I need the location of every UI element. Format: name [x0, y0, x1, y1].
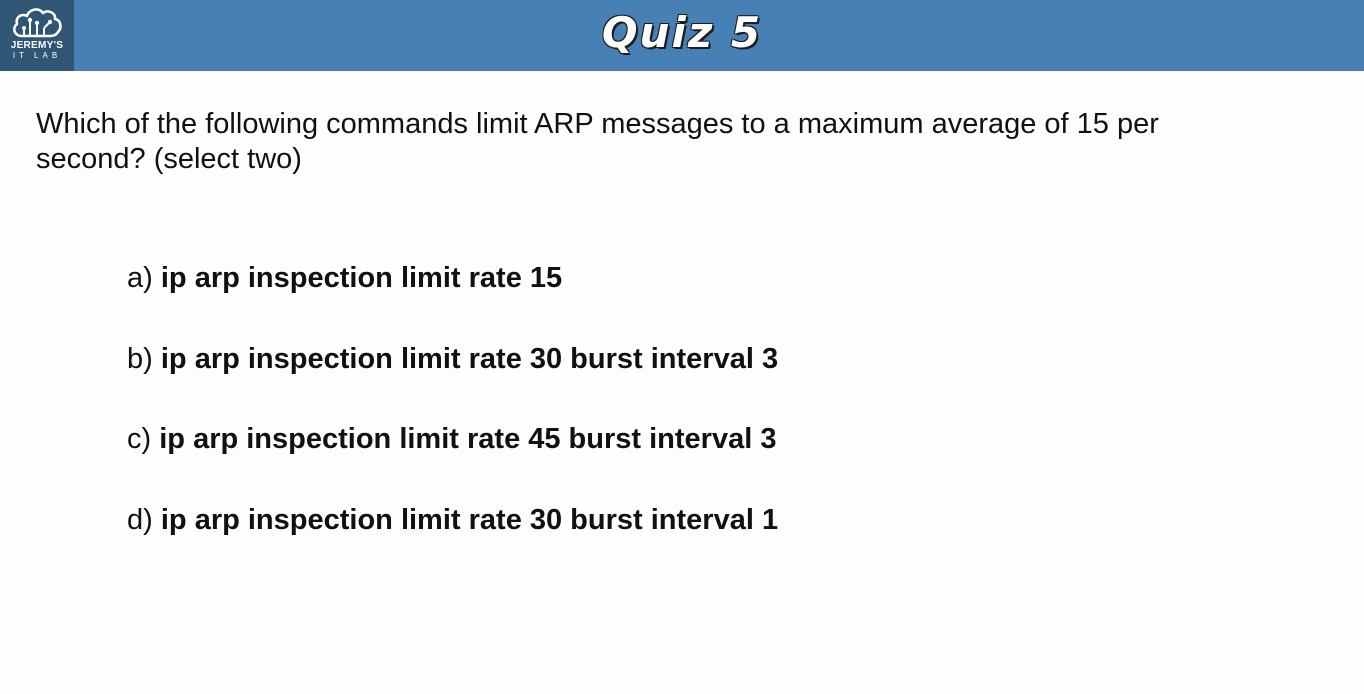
answer-letter: d) — [127, 504, 153, 536]
answer-letter: b) — [127, 343, 153, 375]
answer-letter: a) — [127, 262, 153, 294]
quiz-slide: JEREMY'S IT LAB Quiz 5 Which of the foll… — [0, 0, 1364, 694]
answer-command: ip arp inspection limit rate 15 — [160, 262, 563, 294]
answer-option-a[interactable]: a) ip arp inspection limit rate 15 — [127, 260, 562, 296]
answer-command: ip arp inspection limit rate 30 burst in… — [160, 343, 779, 375]
title-bar: JEREMY'S IT LAB Quiz 5 — [0, 0, 1364, 71]
answer-option-b[interactable]: b) ip arp inspection limit rate 30 burst… — [127, 341, 778, 377]
answer-option-d[interactable]: d) ip arp inspection limit rate 30 burst… — [127, 502, 778, 538]
question-text: Which of the following commands limit AR… — [36, 108, 1159, 175]
answer-letter: c) — [127, 423, 152, 455]
slide-title: Quiz 5 — [601, 8, 763, 57]
answer-command: ip arp inspection limit rate 45 burst in… — [159, 423, 777, 455]
answer-option-c[interactable]: c) ip arp inspection limit rate 45 burst… — [127, 421, 776, 457]
answer-command: ip arp inspection limit rate 30 burst in… — [160, 504, 779, 536]
